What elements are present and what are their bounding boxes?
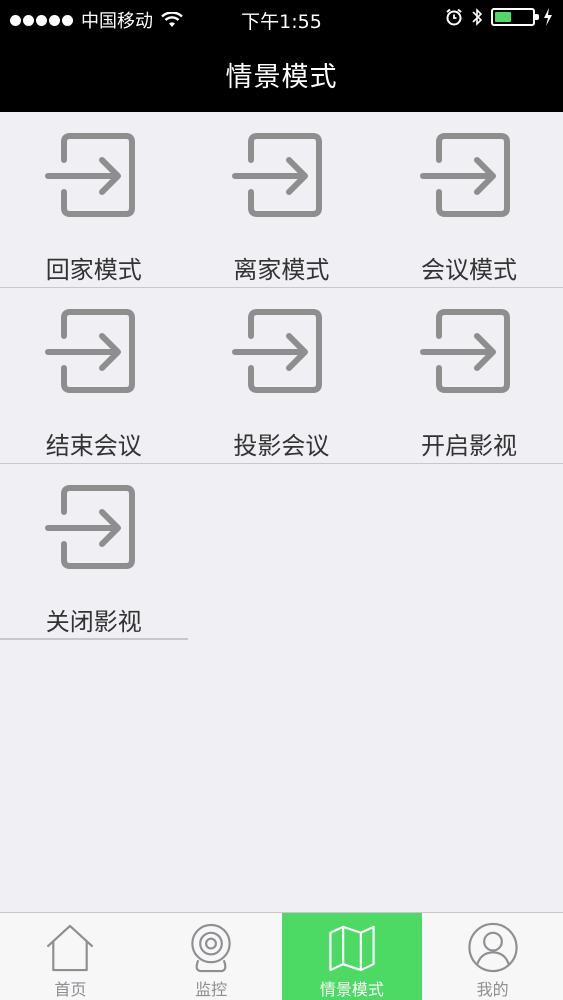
scene-item-end-meeting[interactable]: 结束会议 (0, 288, 188, 463)
tab-bar: 首页 监控 情景模式 我的 (0, 912, 563, 1000)
scene-label: 关闭影视 (45, 608, 142, 636)
status-bar: 中国移动 下午1:55 (0, 0, 563, 36)
tab-monitor[interactable]: 监控 (141, 913, 282, 1000)
tab-label: 首页 (54, 980, 87, 999)
enter-icon (44, 485, 135, 569)
scene-item-leave-home[interactable]: 离家模式 (188, 112, 376, 287)
alarm-icon (446, 8, 462, 26)
scene-label: 会议模式 (420, 256, 517, 284)
scene-label: 投影会议 (233, 432, 330, 460)
scene-row: 结束会议 投影会议 开启影视 (0, 288, 563, 464)
scene-label: 结束会议 (45, 432, 142, 460)
enter-icon (419, 309, 510, 393)
tab-mine[interactable]: 我的 (422, 913, 563, 1000)
battery-icon (491, 8, 539, 26)
user-icon (467, 922, 518, 973)
scene-row: 关闭影视 (0, 464, 188, 640)
enter-icon (44, 133, 135, 217)
scene-label: 回家模式 (45, 256, 142, 284)
scene-item-projection-meeting[interactable]: 投影会议 (188, 288, 376, 463)
tab-label: 我的 (476, 980, 509, 999)
battery-level (495, 12, 512, 22)
scene-item-go-home[interactable]: 回家模式 (0, 112, 188, 287)
enter-icon (44, 309, 135, 393)
status-right (445, 7, 553, 27)
camera-icon (191, 923, 231, 973)
tab-home[interactable]: 首页 (0, 913, 141, 1000)
bluetooth-icon (472, 8, 483, 26)
tab-scene-mode[interactable]: 情景模式 (281, 913, 423, 1000)
enter-icon (232, 133, 323, 217)
home-icon (47, 924, 94, 972)
scene-grid: 回家模式 离家模式 会议模式 结束会议 投影会议 开启影视 关闭影视 (0, 112, 563, 640)
scene-row: 回家模式 离家模式 会议模式 (0, 112, 563, 288)
scene-item-stop-cinema[interactable]: 关闭影视 (0, 464, 188, 638)
tab-label: 监控 (195, 980, 228, 999)
scene-label: 开启影视 (420, 432, 517, 460)
tab-label: 情景模式 (319, 980, 384, 999)
map-icon (329, 925, 375, 972)
scene-item-meeting[interactable]: 会议模式 (375, 112, 563, 287)
scene-label: 离家模式 (233, 256, 330, 284)
charging-icon (544, 8, 552, 26)
scene-item-start-cinema[interactable]: 开启影视 (375, 288, 563, 463)
enter-icon (419, 133, 510, 217)
enter-icon (232, 309, 323, 393)
navigation-bar: 情景模式 (0, 36, 563, 112)
page-title: 情景模式 (225, 61, 338, 93)
